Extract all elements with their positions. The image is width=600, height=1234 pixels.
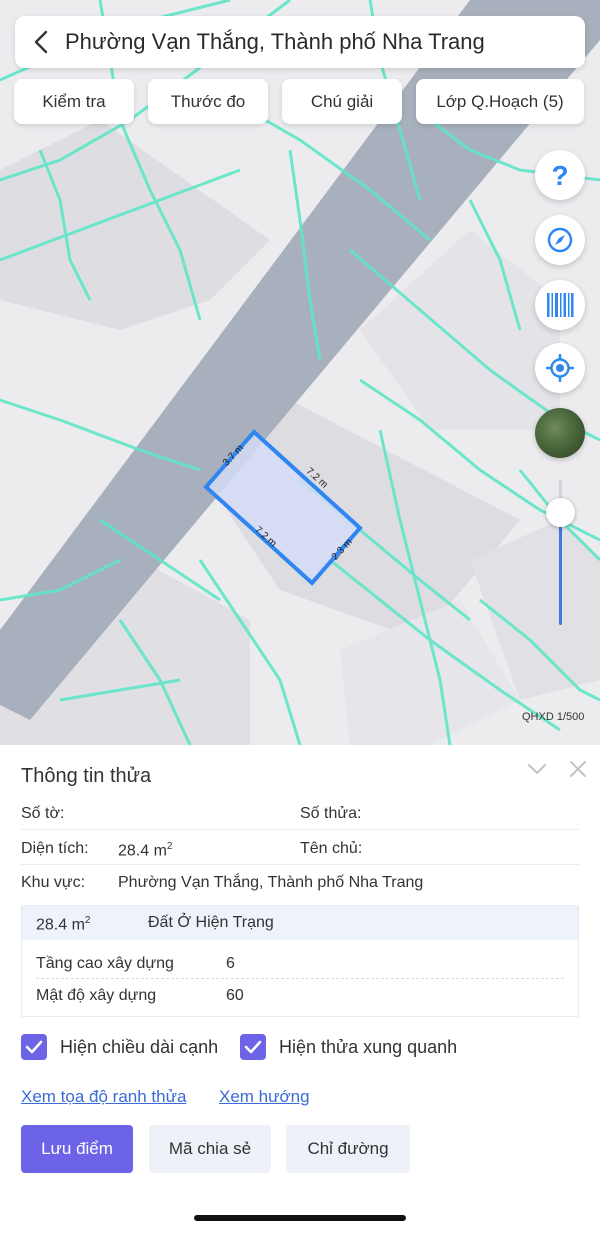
land-use-table: 28.4 m2 Đất Ở Hiện Trạng Tầng cao xây dự…: [21, 905, 579, 1017]
locate-icon: [546, 354, 574, 382]
area-region-value: Phường Vạn Thắng, Thành phố Nha Trang: [118, 874, 424, 891]
home-indicator: [194, 1215, 406, 1221]
locate-button[interactable]: [535, 343, 585, 393]
check-icon: [244, 1040, 262, 1054]
area-value: 28.4 m2: [118, 841, 173, 860]
share-code-button[interactable]: Mã chia sẻ: [149, 1125, 271, 1173]
divider: [21, 864, 579, 865]
view-boundary-coordinates-link[interactable]: Xem tọa độ ranh thửa: [21, 1087, 186, 1107]
checkbox-label: Hiện chiều dài cạnh: [60, 1036, 219, 1057]
checkbox-label: Hiện thửa xung quanh: [279, 1036, 458, 1057]
show-surrounding-parcels-checkbox[interactable]: Hiện thửa xung quanh: [240, 1034, 457, 1060]
area-label: Diện tích:: [21, 840, 89, 857]
scale-label: QHXD 1/500: [522, 711, 585, 723]
land-use-header: [22, 906, 578, 940]
sheet-number-label: Số tờ:: [21, 805, 65, 822]
satellite-layer-icon[interactable]: [535, 408, 585, 458]
compass-icon: [547, 227, 573, 253]
location-bar[interactable]: Phường Vạn Thắng, Thành phố Nha Trang: [15, 16, 585, 68]
sheet-title: Thông tin thửa: [21, 765, 152, 787]
show-edge-length-checkbox[interactable]: Hiện chiều dài cạnh: [21, 1034, 218, 1060]
building-height-value: 6: [226, 955, 235, 972]
zoom-slider-handle[interactable]: [546, 498, 575, 527]
check-button[interactable]: Kiểm tra: [14, 79, 134, 124]
chevron-left-icon[interactable]: [29, 29, 55, 55]
checkbox-checked[interactable]: [240, 1034, 266, 1060]
directions-button[interactable]: Chỉ đường: [286, 1125, 410, 1173]
close-icon[interactable]: [568, 759, 588, 779]
chevron-down-icon[interactable]: [526, 761, 548, 777]
area-region-label: Khu vực:: [21, 874, 86, 891]
parcel-info-sheet: Thông tin thửa Số tờ: Số thửa: Diện tích…: [0, 745, 600, 1234]
land-use-area: 28.4 m2: [36, 915, 91, 934]
planning-layer-button[interactable]: Lớp Q.Hoạch (5): [416, 79, 584, 124]
help-button[interactable]: ?: [535, 150, 585, 200]
barcode-button[interactable]: [535, 280, 585, 330]
land-use-type: Đất Ở Hiện Trạng: [148, 914, 274, 931]
location-title: Phường Vạn Thắng, Thành phố Nha Trang: [65, 29, 485, 54]
legend-button[interactable]: Chú giải: [282, 79, 402, 124]
building-density-value: 60: [226, 987, 244, 1004]
compass-button[interactable]: [535, 215, 585, 265]
check-icon: [25, 1040, 43, 1054]
owner-label: Tên chủ:: [300, 840, 363, 857]
checkbox-checked[interactable]: [21, 1034, 47, 1060]
parcel-number-label: Số thửa:: [300, 805, 362, 822]
view-direction-link[interactable]: Xem hướng: [219, 1087, 310, 1107]
map-view[interactable]: 3.7 m 7.2 m 7.2 m 2.3 m Phường Vạn Thắng…: [0, 0, 600, 745]
divider: [21, 829, 579, 830]
svg-text:?: ?: [551, 160, 568, 190]
save-point-button[interactable]: Lưu điểm: [21, 1125, 133, 1173]
measure-button[interactable]: Thước đo: [148, 79, 268, 124]
building-density-label: Mật độ xây dựng: [36, 987, 157, 1004]
question-icon: ?: [551, 160, 568, 190]
barcode-icon: [547, 293, 574, 317]
building-height-label: Tầng cao xây dựng: [36, 955, 174, 972]
map-toolbar: Kiểm tra Thước đo Chú giải Lớp Q.Hoạch (…: [14, 79, 584, 124]
divider: [36, 978, 564, 979]
